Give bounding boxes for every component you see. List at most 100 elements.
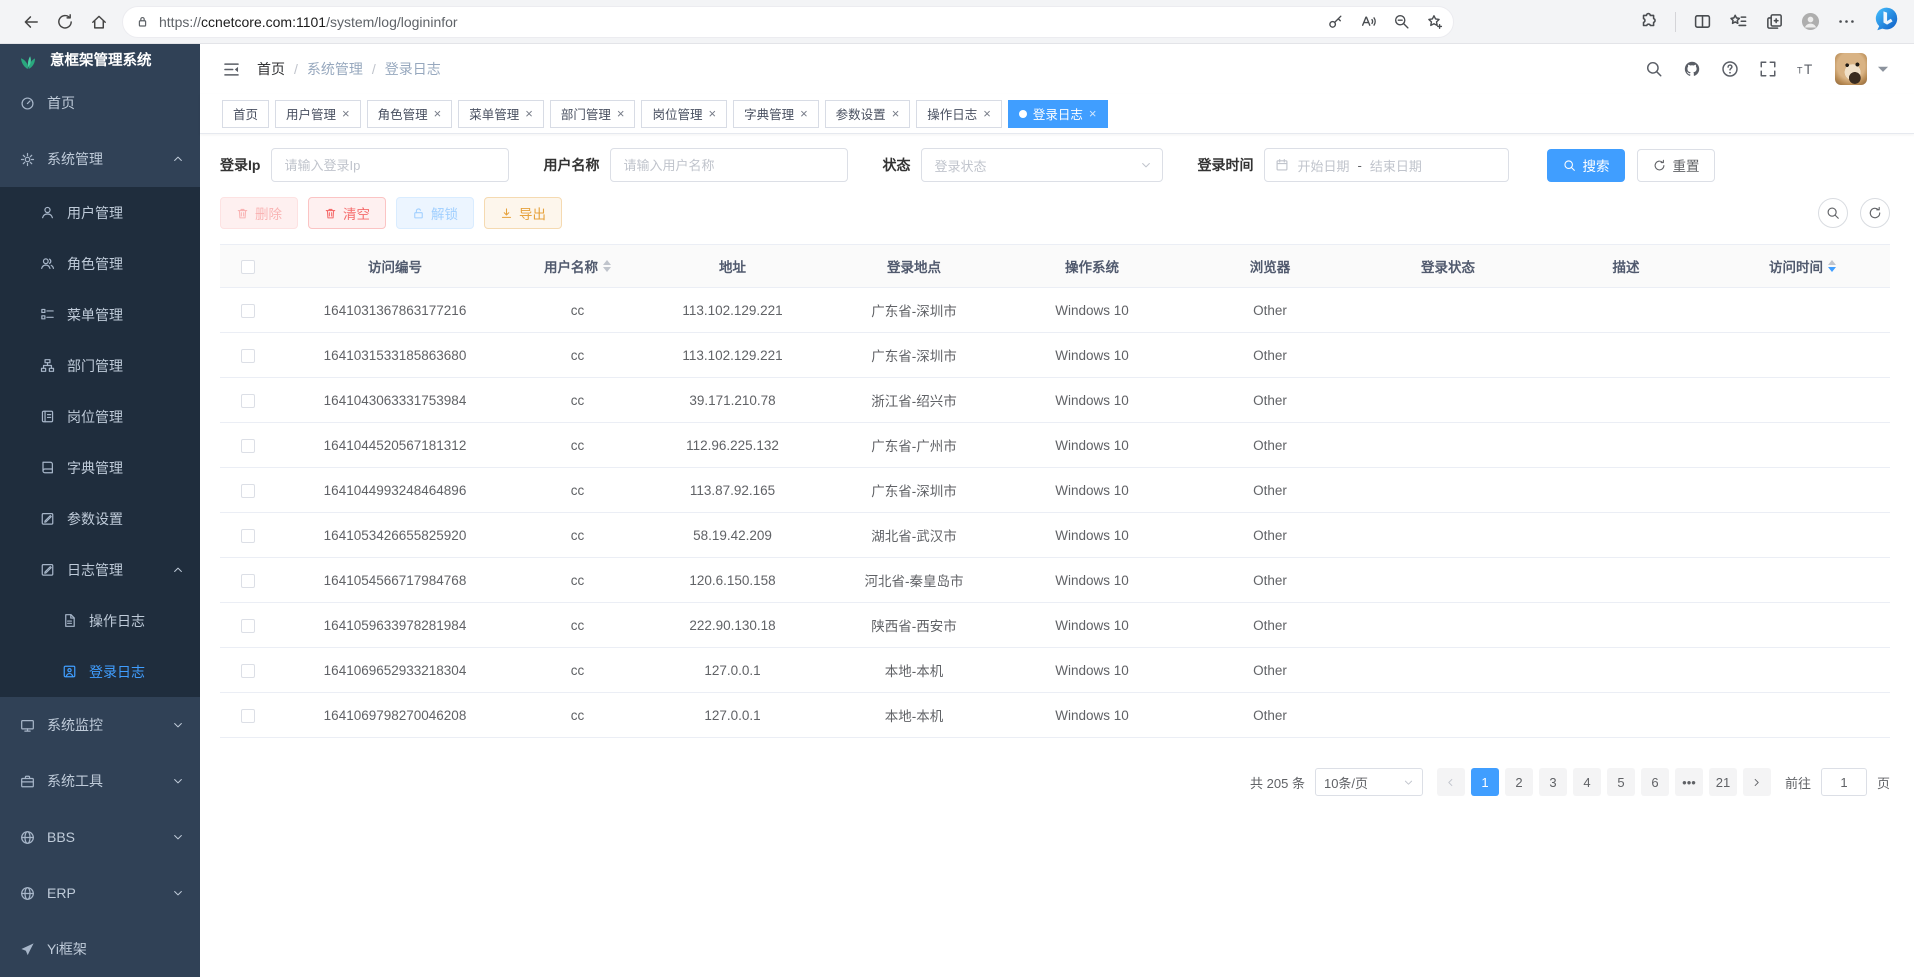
sidebar-item-dict-mgmt[interactable]: 字典管理 (0, 442, 200, 493)
row-checkbox[interactable] (241, 709, 255, 723)
refresh-table-button[interactable] (1860, 198, 1890, 228)
tab-close-icon[interactable]: × (983, 107, 991, 120)
page-button-5[interactable]: 5 (1607, 768, 1635, 796)
browser-profile-icon[interactable] (1801, 12, 1820, 31)
tab-1[interactable]: 用户管理× (275, 100, 361, 128)
browser-refresh-button[interactable] (48, 6, 82, 38)
column-header[interactable]: 访问时间 (1715, 245, 1890, 288)
clear-button[interactable]: 清空 (308, 197, 386, 229)
favorites-icon[interactable] (1729, 12, 1748, 31)
sidebar-item-home[interactable]: 首页 (0, 75, 200, 131)
tab-close-icon[interactable]: × (708, 107, 716, 120)
sidebar-item-user-mgmt[interactable]: 用户管理 (0, 187, 200, 238)
fullscreen-icon[interactable] (1759, 60, 1777, 78)
sidebar-item-menu-mgmt[interactable]: 菜单管理 (0, 289, 200, 340)
sort-icon[interactable] (603, 260, 611, 272)
status-select[interactable]: 登录状态 (921, 148, 1163, 182)
page-size-select[interactable]: 10条/页 (1315, 768, 1423, 796)
page-button-21[interactable]: 21 (1709, 768, 1737, 796)
sort-icon[interactable] (1828, 260, 1836, 272)
sidebar-item-operation-log[interactable]: 操作日志 (0, 595, 200, 646)
breadcrumb-home[interactable]: 首页 (257, 59, 285, 79)
tab-7[interactable]: 参数设置× (825, 100, 911, 128)
favorite-add-icon[interactable] (1426, 13, 1443, 30)
page-button-1[interactable]: 1 (1471, 768, 1499, 796)
tab-2[interactable]: 角色管理× (367, 100, 453, 128)
user-name-input[interactable] (610, 148, 848, 182)
page-button-2[interactable]: 2 (1505, 768, 1533, 796)
text-size-icon[interactable]: TT (1797, 60, 1815, 78)
password-key-icon[interactable] (1327, 13, 1344, 30)
table-row[interactable]: 1641043063331753984cc39.171.210.78浙江省-绍兴… (220, 378, 1890, 423)
address-bar[interactable]: https://ccnetcore.com:1101/system/log/lo… (122, 6, 1454, 38)
tab-close-icon[interactable]: × (800, 107, 808, 120)
row-checkbox[interactable] (241, 439, 255, 453)
hamburger-icon[interactable] (222, 60, 241, 79)
export-button[interactable]: 导出 (484, 197, 562, 229)
table-row[interactable]: 1641053426655825920cc58.19.42.209湖北省-武汉市… (220, 513, 1890, 558)
column-header[interactable]: 用户名称 (515, 245, 640, 288)
table-row[interactable]: 1641044520567181312cc112.96.225.132广东省-广… (220, 423, 1890, 468)
row-checkbox[interactable] (241, 619, 255, 633)
tab-close-icon[interactable]: × (434, 107, 442, 120)
row-checkbox[interactable] (241, 394, 255, 408)
search-button[interactable]: 搜索 (1547, 149, 1625, 182)
date-range-picker[interactable]: 开始日期 - 结束日期 (1264, 148, 1509, 182)
tab-5[interactable]: 岗位管理× (641, 100, 727, 128)
sidebar-item-bbs[interactable]: BBS (0, 809, 200, 865)
login-ip-input[interactable] (271, 148, 509, 182)
browser-back-button[interactable] (14, 6, 48, 38)
read-aloud-icon[interactable] (1360, 13, 1377, 30)
sidebar-item-post-mgmt[interactable]: 岗位管理 (0, 391, 200, 442)
sidebar-item-erp[interactable]: ERP (0, 865, 200, 921)
sidebar-item-yi-framework[interactable]: Yi框架 (0, 921, 200, 977)
sidebar-item-system-tools[interactable]: 系统工具 (0, 753, 200, 809)
unlock-button[interactable]: 解锁 (396, 197, 474, 229)
row-checkbox[interactable] (241, 484, 255, 498)
browser-menu-icon[interactable] (1837, 12, 1856, 31)
sidebar-item-login-log[interactable]: 登录日志 (0, 646, 200, 697)
row-checkbox[interactable] (241, 664, 255, 678)
page-button-6[interactable]: 6 (1641, 768, 1669, 796)
sidebar-item-dept-mgmt[interactable]: 部门管理 (0, 340, 200, 391)
page-button-3[interactable]: 3 (1539, 768, 1567, 796)
table-row[interactable]: 1641031367863177216cc113.102.129.221广东省-… (220, 288, 1890, 333)
next-page-button[interactable] (1743, 768, 1771, 796)
tab-close-icon[interactable]: × (892, 107, 900, 120)
tab-close-icon[interactable]: × (342, 107, 350, 120)
row-checkbox[interactable] (241, 529, 255, 543)
tab-0[interactable]: 首页 (222, 100, 269, 128)
sidebar-item-param-settings[interactable]: 参数设置 (0, 493, 200, 544)
tab-9[interactable]: 登录日志× (1008, 100, 1108, 128)
row-checkbox[interactable] (241, 574, 255, 588)
tab-close-icon[interactable]: × (525, 107, 533, 120)
sidebar-item-log-mgmt[interactable]: 日志管理 (0, 544, 200, 595)
prev-page-button[interactable] (1437, 768, 1465, 796)
goto-page-input[interactable] (1821, 768, 1867, 796)
user-menu[interactable] (1835, 53, 1892, 85)
sidebar-item-system-monitor[interactable]: 系统监控 (0, 697, 200, 753)
delete-button[interactable]: 删除 (220, 197, 298, 229)
page-ellipsis[interactable]: ••• (1675, 768, 1703, 796)
sidebar-item-system-mgmt[interactable]: 系统管理 (0, 131, 200, 187)
tab-3[interactable]: 菜单管理× (458, 100, 544, 128)
extensions-icon[interactable] (1639, 12, 1658, 31)
browser-home-button[interactable] (82, 6, 116, 38)
tab-8[interactable]: 操作日志× (916, 100, 1002, 128)
page-button-4[interactable]: 4 (1573, 768, 1601, 796)
header-search-icon[interactable] (1645, 60, 1663, 78)
table-row[interactable]: 1641044993248464896cc113.87.92.165广东省-深圳… (220, 468, 1890, 513)
collections-icon[interactable] (1765, 12, 1784, 31)
toggle-search-button[interactable] (1818, 198, 1848, 228)
tab-4[interactable]: 部门管理× (550, 100, 636, 128)
sidebar-item-role-mgmt[interactable]: 角色管理 (0, 238, 200, 289)
tab-close-icon[interactable]: × (617, 107, 625, 120)
github-icon[interactable] (1683, 60, 1701, 78)
tab-6[interactable]: 字典管理× (733, 100, 819, 128)
table-row[interactable]: 1641054566717984768cc120.6.150.158河北省-秦皇… (220, 558, 1890, 603)
reset-button[interactable]: 重置 (1637, 149, 1715, 182)
table-row[interactable]: 1641031533185863680cc113.102.129.221广东省-… (220, 333, 1890, 378)
zoom-out-icon[interactable] (1393, 13, 1410, 30)
tab-close-icon[interactable]: × (1089, 107, 1097, 120)
table-row[interactable]: 1641069652933218304cc127.0.0.1本地-本机Windo… (220, 648, 1890, 693)
